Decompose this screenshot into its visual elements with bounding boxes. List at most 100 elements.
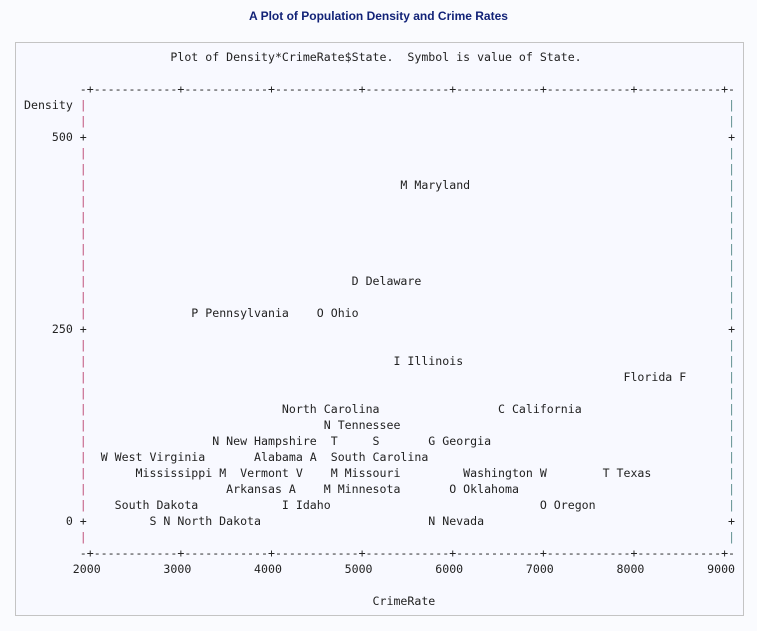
plot-row: | Florida F |: [24, 369, 735, 385]
right-axis-line: |: [728, 338, 736, 352]
left-axis-line: |: [79, 482, 87, 496]
chart-title: A Plot of Population Density and Crime R…: [249, 9, 508, 23]
plot-row: | D Delaware |: [24, 273, 735, 289]
right-axis-line: |: [728, 194, 736, 208]
right-axis-line: |: [728, 146, 736, 160]
right-axis-line: |: [728, 114, 736, 128]
x-axis-label: CrimeRate: [24, 593, 735, 609]
left-axis-line: |: [79, 178, 87, 192]
plot-row: | |: [24, 193, 735, 209]
right-axis-tick: +: [728, 322, 736, 336]
plot-row: | |: [24, 385, 735, 401]
right-axis-line: |: [728, 434, 736, 448]
plot-row: | I Illinois |: [24, 353, 735, 369]
plot-row-text: N New Hampshire T S G Georgia: [86, 434, 492, 448]
plot-row-text: 0 + S N North Dakota N Nevada: [24, 514, 485, 528]
right-axis-line: |: [728, 466, 736, 480]
left-axis-line: |: [79, 338, 87, 352]
right-axis-line: |: [728, 418, 736, 432]
right-axis-line: |: [728, 354, 736, 368]
right-axis-line: |: [728, 370, 736, 384]
left-axis-line: |: [79, 450, 87, 464]
plot-row-text: North Carolina C California: [86, 402, 582, 416]
plot-row: 250 + +: [24, 321, 735, 337]
right-axis-line: |: [728, 450, 736, 464]
plot-row: | |: [24, 337, 735, 353]
plot-row-text: Florida F: [86, 370, 687, 384]
plot-subtitle: Plot of Density*CrimeRate$State. Symbol …: [24, 49, 735, 65]
plot-row-text: Arkansas A M Minnesota O Oklahoma: [86, 482, 519, 496]
left-axis-line: |: [79, 274, 87, 288]
plot-row: | P Pennsylvania O Ohio |: [24, 305, 735, 321]
plot-row: | South Dakota I Idaho O Oregon |: [24, 497, 735, 513]
right-axis-line: |: [728, 290, 736, 304]
left-axis-line: |: [79, 418, 87, 432]
plot-row: | North Carolina C California |: [24, 401, 735, 417]
right-axis-line: |: [728, 98, 736, 112]
plot-row-text: -+------------+------------+------------…: [24, 82, 736, 96]
plot-row: | |: [24, 289, 735, 305]
left-axis-line: |: [79, 162, 87, 176]
right-axis-line: |: [728, 386, 736, 400]
plot-row: -+------------+------------+------------…: [24, 545, 735, 561]
right-axis-line: |: [728, 530, 736, 544]
left-axis-line: |: [79, 242, 87, 256]
left-axis-line: |: [79, 530, 87, 544]
left-axis-line: |: [79, 466, 87, 480]
plot-row: | |: [24, 529, 735, 545]
right-axis-line: |: [728, 274, 736, 288]
plot-row: | |: [24, 161, 735, 177]
plot-row: Density | |: [24, 98, 736, 112]
right-axis-line: |: [728, 178, 736, 192]
left-axis-line: |: [79, 370, 87, 384]
left-axis-line: |: [79, 98, 87, 112]
left-axis-line: |: [79, 498, 87, 512]
left-axis-line: |: [79, 354, 87, 368]
right-axis-tick: +: [728, 514, 736, 528]
plot-row: 500 + +: [24, 129, 735, 145]
plot-row-text: CrimeRate: [24, 594, 436, 608]
left-axis-line: |: [79, 194, 87, 208]
plot-row-text: 2000 3000 4000 5000 6000 7000 8000 9000: [24, 562, 736, 576]
plot-row-text: I Illinois: [86, 354, 464, 368]
plot-row: 0 + S N North Dakota N Nevada +: [24, 513, 735, 529]
plot-row-text: P Pennsylvania O Ohio: [86, 306, 359, 320]
plot-row: [24, 65, 735, 81]
right-axis-line: |: [728, 242, 736, 256]
text-plot: Plot of Density*CrimeRate$State. Symbol …: [24, 49, 735, 609]
right-axis-line: |: [728, 482, 736, 496]
left-axis-line: |: [79, 402, 87, 416]
plot-row-text: Plot of Density*CrimeRate$State. Symbol …: [24, 50, 582, 64]
plot-row: | Arkansas A M Minnesota O Oklahoma |: [24, 481, 735, 497]
plot-row: [24, 577, 735, 593]
left-axis-line: |: [79, 226, 87, 240]
plot-row-text: M Maryland: [86, 178, 471, 192]
right-axis-line: |: [728, 162, 736, 176]
plot-row: -+------------+------------+------------…: [24, 81, 735, 97]
plot-row: | N Tennessee |: [24, 417, 735, 433]
plot-row: | M Maryland |: [24, 177, 735, 193]
left-axis-line: |: [79, 146, 87, 160]
left-axis-line: |: [79, 114, 87, 128]
plot-row: 2000 3000 4000 5000 6000 7000 8000 9000: [24, 561, 735, 577]
plot-row-text: -+------------+------------+------------…: [24, 546, 736, 560]
plot-row: | Mississippi M Vermont V M Missouri Was…: [24, 465, 735, 481]
left-axis-line: |: [79, 210, 87, 224]
right-axis-line: |: [728, 258, 736, 272]
right-axis-tick: +: [728, 130, 736, 144]
plot-row: | W West Virginia Alabama A South Caroli…: [24, 449, 735, 465]
right-axis-line: |: [728, 210, 736, 224]
plot-row-text: N Tennessee: [86, 418, 401, 432]
right-axis-line: |: [728, 306, 736, 320]
left-axis-line: |: [79, 258, 87, 272]
plot-row: | |: [24, 209, 735, 225]
plot-row: | |: [24, 225, 735, 241]
plot-row-text: 500 +: [24, 130, 87, 144]
plot-row: | |: [24, 145, 735, 161]
right-axis-line: |: [728, 402, 736, 416]
left-axis-line: |: [79, 290, 87, 304]
plot-row-text: Mississippi M Vermont V M Missouri Washi…: [86, 466, 652, 480]
plot-row-text: W West Virginia Alabama A South Carolina: [86, 450, 429, 464]
left-axis-line: |: [79, 386, 87, 400]
right-axis-line: |: [728, 226, 736, 240]
